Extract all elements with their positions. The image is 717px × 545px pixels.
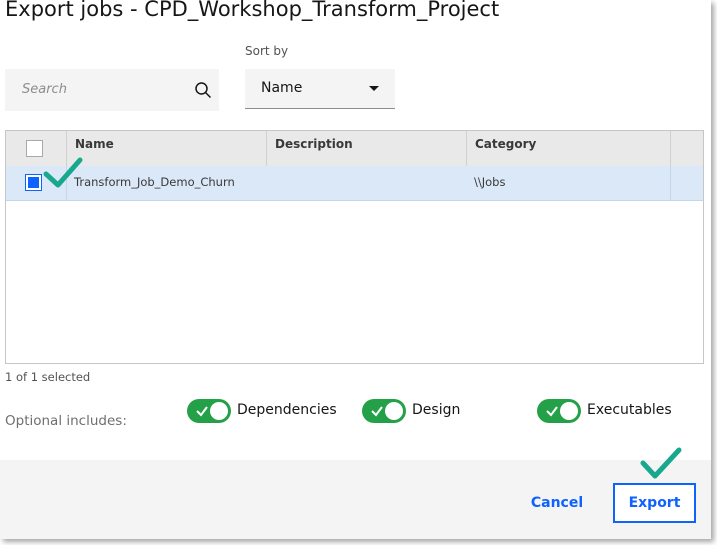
toggle-label-executables: Executables — [587, 402, 672, 418]
toggle-switch[interactable] — [537, 399, 581, 423]
selection-count: 1 of 1 selected — [5, 370, 91, 384]
optional-includes-label: Optional includes: — [5, 413, 127, 429]
row-category-cell: \\Jobs — [474, 175, 506, 189]
checkmark-icon — [371, 406, 383, 417]
toggle-label-design: Design — [412, 402, 461, 418]
toggle-knob — [210, 402, 228, 420]
export-jobs-dialog: Export jobs - CPD_Workshop_Transform_Pro… — [0, 0, 711, 539]
column-header-spacer — [670, 131, 703, 166]
dialog-footer — [0, 460, 711, 539]
toggle-switch[interactable] — [362, 399, 406, 423]
column-header-name[interactable]: Name — [66, 131, 266, 166]
column-header-category[interactable]: Category — [466, 131, 670, 166]
toggle-label-dependencies: Dependencies — [237, 402, 337, 418]
search-icon[interactable] — [194, 81, 212, 99]
checkmark-icon — [546, 406, 558, 417]
table-row[interactable]: Transform_Job_Demo_Churn \\Jobs — [6, 166, 703, 201]
row-checkbox[interactable] — [25, 174, 42, 191]
row-name-cell: Transform_Job_Demo_Churn — [74, 175, 235, 189]
annotation-check-icon — [43, 157, 83, 188]
caret-down-icon — [369, 86, 379, 91]
select-all-checkbox[interactable] — [26, 140, 43, 157]
toggle-knob — [385, 402, 403, 420]
toggle-knob — [560, 402, 578, 420]
search-input[interactable] — [5, 69, 185, 110]
cancel-button[interactable]: Cancel — [520, 483, 594, 523]
dialog-title: Export jobs - CPD_Workshop_Transform_Pro… — [5, 0, 500, 21]
column-separator — [670, 166, 671, 200]
row-description-cell — [266, 166, 466, 200]
checkmark-icon — [196, 406, 208, 417]
search-box — [5, 69, 219, 111]
sort-by-select[interactable]: Name — [245, 69, 395, 109]
sort-by-value: Name — [261, 80, 303, 96]
table-header: Name Description Category — [6, 131, 703, 167]
sort-by-label: Sort by — [245, 44, 289, 58]
annotation-check-icon — [640, 447, 682, 479]
toggle-switch[interactable] — [187, 399, 231, 423]
jobs-table: Name Description Category Transform_Job_… — [5, 130, 704, 364]
column-header-description[interactable]: Description — [266, 131, 466, 166]
export-button[interactable]: Export — [613, 483, 696, 523]
